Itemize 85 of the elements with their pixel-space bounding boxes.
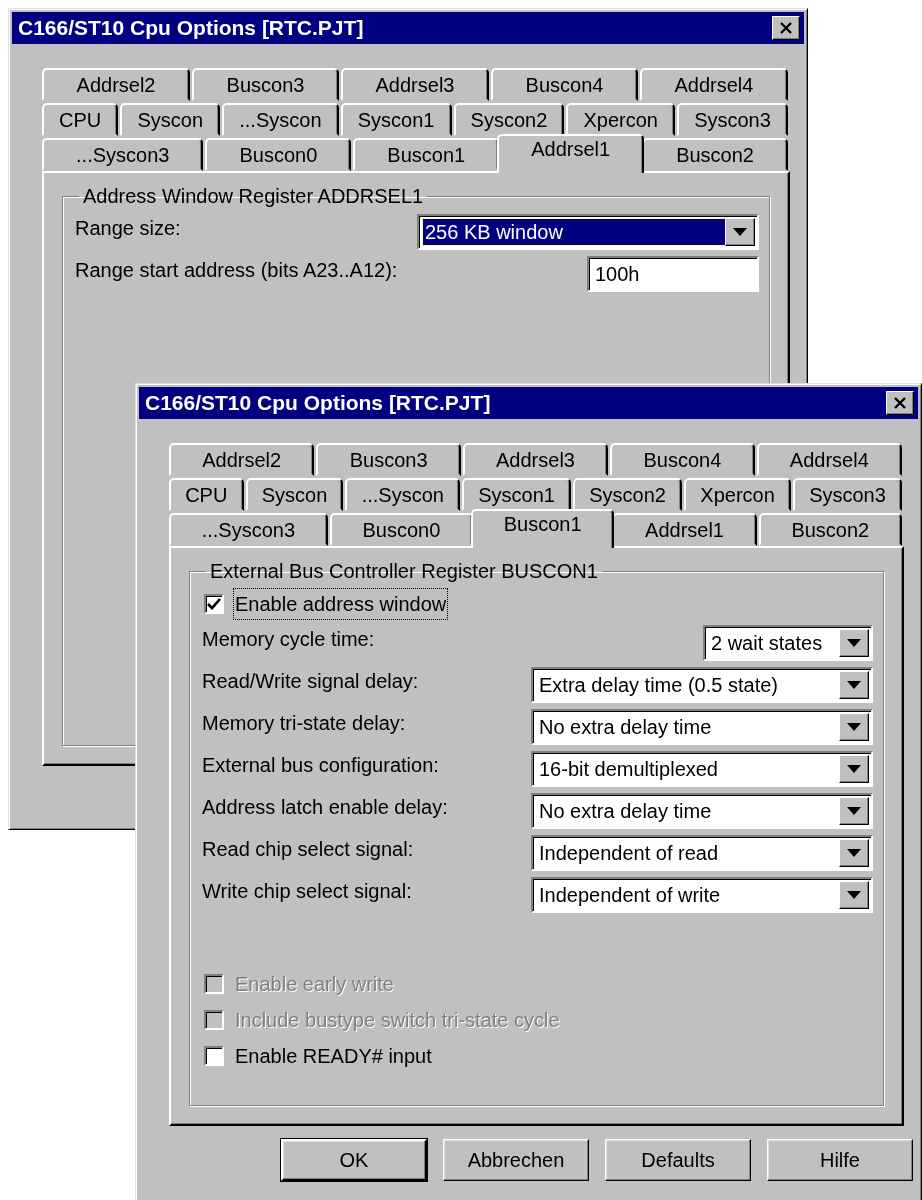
tab[interactable]: Buscon4 bbox=[491, 68, 638, 101]
dropdown-arrow-icon bbox=[847, 849, 861, 857]
tab[interactable]: Addrsel4 bbox=[756, 443, 902, 476]
tab[interactable]: Buscon3 bbox=[192, 68, 339, 101]
field-label: Range size: bbox=[75, 216, 181, 241]
tab[interactable]: CPU bbox=[42, 103, 119, 136]
tab[interactable]: Syscon bbox=[245, 478, 344, 511]
field-label: Write chip select signal: bbox=[202, 879, 412, 904]
tab[interactable]: Addrsel1 bbox=[497, 134, 645, 173]
dropdown[interactable]: 16-bit demultiplexed bbox=[531, 751, 873, 787]
checkmark-icon bbox=[207, 598, 221, 610]
close-icon bbox=[893, 397, 907, 409]
dropdown-arrow-button[interactable] bbox=[725, 218, 755, 246]
tab[interactable]: ...Syscon bbox=[222, 103, 339, 136]
dropdown-arrow-button[interactable] bbox=[839, 629, 869, 657]
tab[interactable]: Addrsel1 bbox=[612, 513, 757, 546]
dropdown[interactable]: 256 KB window bbox=[417, 214, 759, 250]
dropdown[interactable]: No extra delay time bbox=[531, 709, 873, 745]
dropdown[interactable]: Extra delay time (0.5 state) bbox=[531, 667, 873, 703]
field-label: Memory tri-state delay: bbox=[202, 711, 406, 736]
close-icon bbox=[779, 22, 793, 34]
tab[interactable]: Addrsel3 bbox=[340, 68, 489, 101]
tab[interactable]: Addrsel2 bbox=[169, 443, 315, 476]
dialog-button[interactable]: Defaults bbox=[605, 1139, 751, 1181]
dropdown[interactable]: 2 wait states bbox=[703, 625, 873, 661]
tab[interactable]: Xpercon bbox=[566, 103, 676, 136]
close-button[interactable] bbox=[886, 391, 914, 415]
dropdown[interactable]: Independent of write bbox=[531, 877, 873, 913]
dialog-button[interactable]: Hilfe bbox=[767, 1139, 913, 1181]
field-label: Address latch enable delay: bbox=[202, 795, 448, 820]
tab[interactable]: Xpercon bbox=[684, 478, 791, 511]
group-title: Address Window Register ADDRSEL1 bbox=[82, 185, 425, 207]
checkbox-label[interactable]: Enable address window bbox=[234, 589, 448, 619]
tab[interactable]: Buscon2 bbox=[642, 138, 788, 171]
tab[interactable]: Syscon1 bbox=[462, 478, 572, 511]
tab[interactable]: Syscon2 bbox=[573, 478, 683, 511]
dropdown[interactable]: Independent of read bbox=[531, 835, 873, 871]
tab[interactable]: CPU bbox=[169, 478, 244, 511]
field-label: External bus configuration: bbox=[202, 753, 439, 778]
tab[interactable]: Addrsel2 bbox=[42, 68, 191, 101]
tab[interactable]: Addrsel3 bbox=[462, 443, 609, 476]
input-field[interactable]: 100h bbox=[587, 256, 759, 292]
tab[interactable]: Syscon bbox=[120, 103, 221, 136]
group-title: External Bus Controller Register BUSCON1 bbox=[209, 560, 599, 582]
dialog-button[interactable]: OK bbox=[281, 1139, 427, 1181]
dropdown-arrow-icon bbox=[847, 681, 861, 689]
tab[interactable]: ...Syscon3 bbox=[42, 138, 204, 171]
tab[interactable]: Syscon3 bbox=[793, 478, 903, 511]
close-button[interactable] bbox=[772, 16, 800, 40]
dropdown-arrow-button[interactable] bbox=[839, 797, 869, 825]
dropdown-arrow-button[interactable] bbox=[839, 713, 869, 741]
dropdown-arrow-icon bbox=[847, 765, 861, 773]
field-label: Memory cycle time: bbox=[202, 627, 375, 652]
checkbox[interactable] bbox=[204, 594, 224, 614]
tab[interactable]: ...Syscon3 bbox=[169, 513, 328, 546]
tab[interactable]: ...Syscon bbox=[345, 478, 461, 511]
dropdown-arrow-icon bbox=[733, 228, 747, 236]
dropdown-arrow-icon bbox=[847, 639, 861, 647]
dropdown-arrow-icon bbox=[847, 723, 861, 731]
dropdown-arrow-button[interactable] bbox=[839, 839, 869, 867]
checkbox-label[interactable]: Enable READY# input bbox=[234, 1041, 433, 1071]
tab[interactable]: Buscon1 bbox=[353, 138, 500, 171]
tab[interactable]: Syscon3 bbox=[677, 103, 788, 136]
tab[interactable]: Buscon0 bbox=[329, 513, 474, 546]
dropdown-arrow-button[interactable] bbox=[839, 881, 869, 909]
field-label: Read chip select signal: bbox=[202, 837, 414, 862]
window-title: C166/ST10 Cpu Options [RTC.PJT] bbox=[18, 15, 364, 42]
tab[interactable]: Buscon4 bbox=[610, 443, 755, 476]
tab[interactable]: Buscon0 bbox=[205, 138, 352, 171]
dropdown-arrow-icon bbox=[847, 891, 861, 899]
tab[interactable]: Syscon1 bbox=[340, 103, 452, 136]
tab[interactable]: Syscon2 bbox=[453, 103, 565, 136]
window-title: C166/ST10 Cpu Options [RTC.PJT] bbox=[145, 390, 491, 417]
dialog-button[interactable]: Abbrechen bbox=[443, 1139, 589, 1181]
dropdown-arrow-button[interactable] bbox=[839, 755, 869, 783]
dropdown[interactable]: No extra delay time bbox=[531, 793, 873, 829]
checkbox[interactable] bbox=[204, 1046, 224, 1066]
tab[interactable]: Buscon2 bbox=[758, 513, 902, 546]
dropdown-arrow-button[interactable] bbox=[839, 671, 869, 699]
field-label: Range start address (bits A23..A12): bbox=[75, 258, 398, 283]
tab[interactable]: Buscon3 bbox=[316, 443, 461, 476]
dropdown-arrow-icon bbox=[847, 807, 861, 815]
tab[interactable]: Buscon1 bbox=[471, 509, 615, 548]
tab[interactable]: Addrsel4 bbox=[639, 68, 788, 101]
field-label: Read/Write signal delay: bbox=[202, 669, 419, 694]
